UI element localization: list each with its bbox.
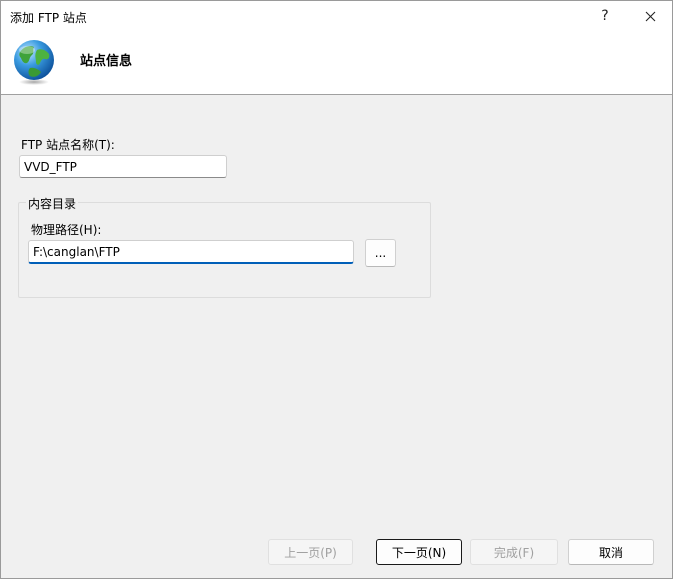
content-directory-label: 内容目录 xyxy=(26,195,79,212)
add-ftp-site-dialog: 添加 FTP 站点 ? 站点信息 FTP 站点名称(T): VVD_FTP 内容… xyxy=(0,0,673,579)
wizard-header: 站点信息 xyxy=(1,33,672,95)
globe-icon xyxy=(14,40,54,85)
close-button[interactable] xyxy=(632,5,668,27)
page-title: 站点信息 xyxy=(80,54,133,69)
cancel-button[interactable]: 取消 xyxy=(568,539,654,565)
finish-button[interactable]: 完成(F) xyxy=(470,539,558,565)
next-button[interactable]: 下一页(N) xyxy=(376,539,462,565)
physical-path-label: 物理路径(H): xyxy=(31,223,102,237)
window-title: 添加 FTP 站点 xyxy=(10,11,87,25)
browse-button[interactable]: ... xyxy=(365,239,396,267)
previous-button[interactable]: 上一页(P) xyxy=(268,539,353,565)
close-icon xyxy=(645,11,655,21)
help-button[interactable]: ? xyxy=(587,5,623,27)
physical-path-input[interactable] xyxy=(28,240,354,264)
title-bar[interactable]: 添加 FTP 站点 ? xyxy=(1,1,672,33)
site-name-input[interactable] xyxy=(19,155,227,178)
site-name-label: FTP 站点名称(T): xyxy=(21,138,115,152)
